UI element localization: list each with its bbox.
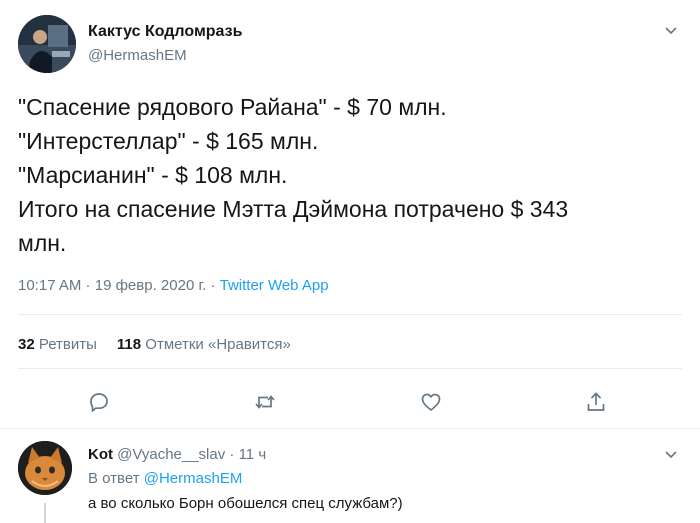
thread-line	[44, 503, 46, 523]
likes-count: 118	[116, 336, 142, 353]
meta-separator: ·	[81, 277, 95, 294]
replying-to: В ответ @HermashEM	[88, 469, 242, 489]
replying-to-handle[interactable]: @HermashEM	[144, 470, 243, 487]
reply-header: Kot @Vyache__slav · 11 ч	[88, 445, 266, 465]
tweet-actions	[0, 386, 700, 418]
meta-separator: ·	[225, 446, 239, 463]
tweet-source-app[interactable]: Twitter Web App	[220, 277, 329, 294]
likes-stat[interactable]: 118 Отметки «Нравится»	[117, 336, 291, 353]
tweet-text-line: "Спасение рядового Райана" - $ 70 млн.	[18, 94, 447, 120]
tweet-text-line: "Интерстеллар" - $ 165 млн.	[18, 128, 319, 154]
tweet-text: "Спасение рядового Райана" - $ 70 млн. "…	[18, 90, 678, 260]
tweet-text-line: "Марсианин" - $ 108 млн.	[18, 162, 288, 188]
replying-to-label: В ответ	[88, 470, 144, 487]
chevron-down-icon[interactable]	[664, 26, 678, 36]
tweet-text-line: млн.	[18, 230, 67, 256]
tweet-text-line: Итого на спасение Мэтта Дэймона потрачен…	[18, 196, 569, 222]
reply-author-handle[interactable]: @Vyache__slav	[117, 446, 225, 463]
author-name[interactable]: Кактус Кодломразь	[88, 22, 242, 42]
tweet-time[interactable]: 10:17 AM	[18, 277, 81, 294]
avatar-image	[18, 441, 72, 495]
tweet-stats: 32 Ретвиты 118 Отметки «Нравится»	[18, 335, 291, 355]
author-block: Кактус Кодломразь @HermashEM	[88, 22, 242, 66]
share-icon	[587, 392, 605, 411]
retweet-button[interactable]	[249, 386, 281, 418]
reply-avatar[interactable]	[18, 441, 72, 495]
retweets-stat[interactable]: 32 Ретвиты	[18, 336, 97, 353]
share-button[interactable]	[580, 386, 612, 418]
likes-label: Отметки «Нравится»	[145, 336, 291, 353]
tweet: Кактус Кодломразь @HermashEM "Спасение р…	[0, 0, 700, 523]
tweet-date[interactable]: 19 февр. 2020 г.	[95, 277, 207, 294]
divider	[18, 368, 682, 369]
avatar-image	[18, 15, 76, 73]
retweets-label: Ретвиты	[38, 336, 97, 353]
retweet-icon	[255, 395, 275, 409]
reply-button[interactable]	[83, 386, 115, 418]
chevron-down-icon[interactable]	[664, 450, 678, 460]
author-avatar[interactable]	[18, 15, 76, 73]
retweets-count: 32	[18, 336, 35, 353]
divider	[0, 428, 700, 429]
reply-text: а во сколько Борн обошелся спец службам?…	[88, 495, 403, 512]
heart-icon	[421, 393, 441, 411]
author-handle[interactable]: @HermashEM	[88, 46, 242, 66]
divider	[18, 314, 682, 315]
reply-icon	[90, 393, 108, 412]
tweet-meta: 10:17 AM · 19 февр. 2020 г. · Twitter We…	[18, 276, 329, 296]
reply-time[interactable]: 11 ч	[239, 446, 267, 463]
reply-author-name[interactable]: Kot	[88, 446, 113, 463]
like-button[interactable]	[415, 386, 447, 418]
meta-separator: ·	[206, 277, 220, 294]
